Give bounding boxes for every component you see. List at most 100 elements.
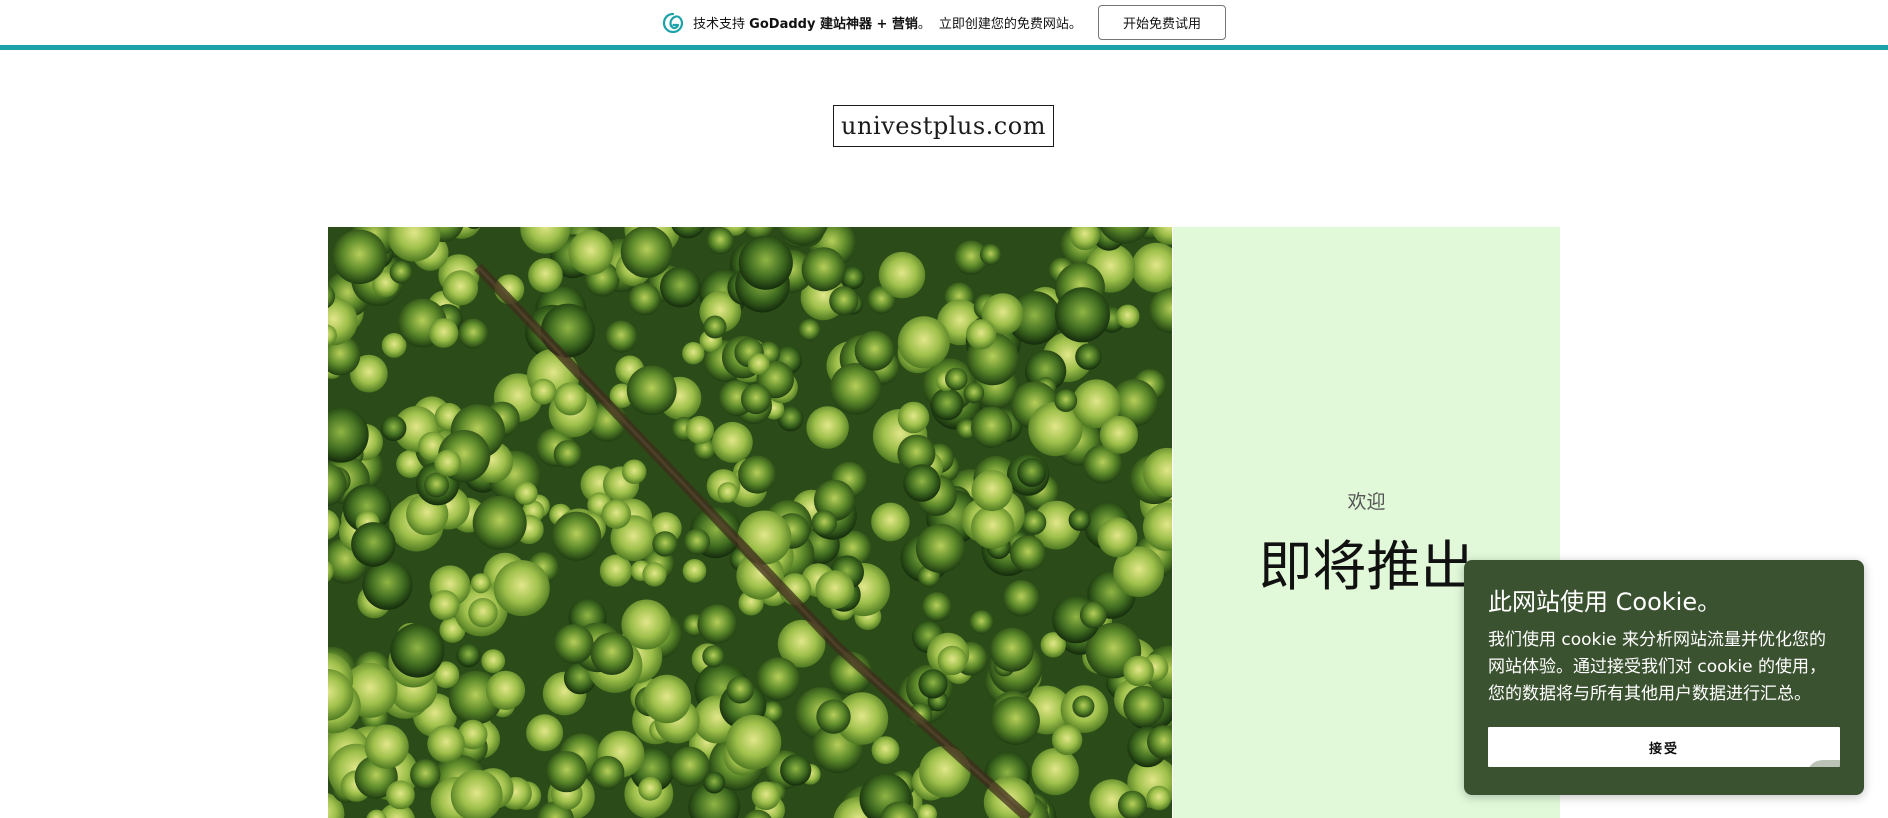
tree-crown — [1003, 580, 1040, 617]
cookie-banner-title: 此网站使用 Cookie。 — [1488, 588, 1722, 616]
tree-crown — [683, 528, 711, 555]
tree-crown — [351, 522, 396, 567]
tree-crown — [568, 230, 614, 275]
tree-crown — [1054, 389, 1078, 412]
tree-crown — [897, 401, 930, 434]
tree-crown — [590, 632, 634, 675]
tree-crown — [628, 283, 661, 316]
tree-crown — [442, 270, 479, 306]
tree-crown — [410, 759, 441, 790]
tree-crown — [386, 780, 415, 810]
tree-crown — [897, 316, 950, 369]
site-logo[interactable]: univestplus.com — [833, 105, 1054, 147]
tree-crown — [626, 365, 677, 416]
godaddy-brand-link[interactable]: GoDaddy 建站神器 + 营销 — [749, 17, 918, 32]
tree-crown — [738, 455, 777, 494]
tree-crown — [931, 388, 964, 421]
tree-crown — [528, 258, 563, 293]
tree-crown — [1099, 415, 1138, 454]
tree-crown — [1079, 601, 1107, 629]
tree-crown — [553, 382, 587, 416]
tree-crown — [456, 643, 481, 668]
tree-crown — [1068, 508, 1091, 531]
tree-crown — [1116, 304, 1140, 328]
tree-crown — [546, 751, 588, 793]
chat-widget-button[interactable] — [1806, 760, 1862, 794]
tree-crown — [1054, 287, 1110, 343]
tree-crown — [1123, 655, 1154, 687]
accept-cookies-button[interactable]: 接受 — [1488, 727, 1840, 767]
tree-crown — [682, 559, 707, 583]
tree-crown — [878, 251, 926, 299]
create-site-text: 立即创建您的免费网站。 — [938, 17, 1082, 32]
tree-crown — [642, 562, 667, 587]
tree-crown — [702, 645, 725, 668]
tree-crown — [971, 505, 1015, 549]
tree-crown — [945, 367, 968, 391]
tree-crown — [726, 714, 782, 770]
tree-crown — [652, 531, 678, 557]
tree-crown — [622, 459, 647, 484]
tree-crown — [971, 469, 1013, 512]
tree-crown — [801, 247, 846, 292]
tree-crown — [780, 754, 812, 786]
tree-crown — [601, 499, 631, 529]
tree-crown — [903, 464, 941, 502]
tree-crown — [918, 669, 948, 699]
tree-crown — [605, 320, 638, 353]
tree-crown — [829, 286, 859, 316]
tree-crown — [1017, 458, 1047, 487]
tree-crown — [620, 227, 673, 278]
tree-crown — [468, 598, 498, 628]
tree-crown — [472, 495, 527, 550]
tree-crown — [553, 624, 594, 664]
tree-crown — [697, 604, 737, 644]
powered-by-suffix: 。 — [917, 17, 931, 32]
tree-crown — [798, 319, 821, 341]
tree-crown — [921, 592, 952, 622]
tree-crown — [553, 440, 582, 469]
tree-crown — [971, 406, 1013, 449]
tree-crown — [871, 502, 910, 542]
hero-forest-image — [328, 227, 1172, 818]
tree-crown — [332, 229, 387, 285]
tree-crown — [470, 573, 491, 594]
powered-by-text: 技术支持 GoDaddy 建站神器 + 营销。 — [693, 13, 931, 32]
start-free-trial-button[interactable]: 开始免费试用 — [1097, 5, 1226, 40]
tree-crown — [638, 776, 663, 801]
tree-crown — [1031, 748, 1079, 796]
tree-crown — [816, 699, 851, 734]
tree-crown — [434, 449, 462, 477]
tree-crown — [1075, 343, 1102, 370]
tree-crown — [741, 383, 772, 415]
page: 技术支持 GoDaddy 建站神器 + 营销。 立即创建您的免费网站。 开始免费… — [0, 0, 1888, 818]
tree-crown — [590, 755, 625, 790]
tree-crown — [1123, 685, 1165, 727]
tree-crown — [551, 511, 602, 561]
tree-crown — [703, 315, 727, 339]
tree-crown — [991, 696, 1040, 745]
tree-crown — [854, 330, 895, 371]
tree-crown — [485, 670, 526, 710]
tree-crown — [427, 725, 465, 763]
godaddy-promo-content: 技术支持 GoDaddy 建站神器 + 营销。 立即创建您的免费网站。 开始免费… — [662, 0, 1226, 45]
tree-crown — [726, 676, 754, 704]
tree-crown — [530, 378, 557, 405]
tree-crown — [493, 560, 550, 617]
tree-crown — [703, 771, 726, 794]
tree-crown — [514, 481, 538, 505]
tree-crown — [937, 645, 967, 676]
tree-crown — [682, 342, 705, 365]
tree-crown — [429, 590, 460, 621]
tree-crown — [915, 523, 966, 573]
tree-crown — [1051, 724, 1083, 755]
tree-crown — [963, 382, 985, 404]
cookie-banner-description: 我们使用 cookie 来分析网站流量并优化您的网站体验。通过接受我们对 coo… — [1488, 630, 1826, 704]
tree-crown — [712, 421, 753, 463]
tree-crown — [526, 714, 564, 752]
welcome-label: 欢迎 — [1347, 491, 1386, 513]
tree-crown — [747, 353, 770, 375]
tree-crown — [362, 559, 413, 610]
tree-crown — [717, 482, 739, 503]
tree-crown — [966, 319, 997, 350]
